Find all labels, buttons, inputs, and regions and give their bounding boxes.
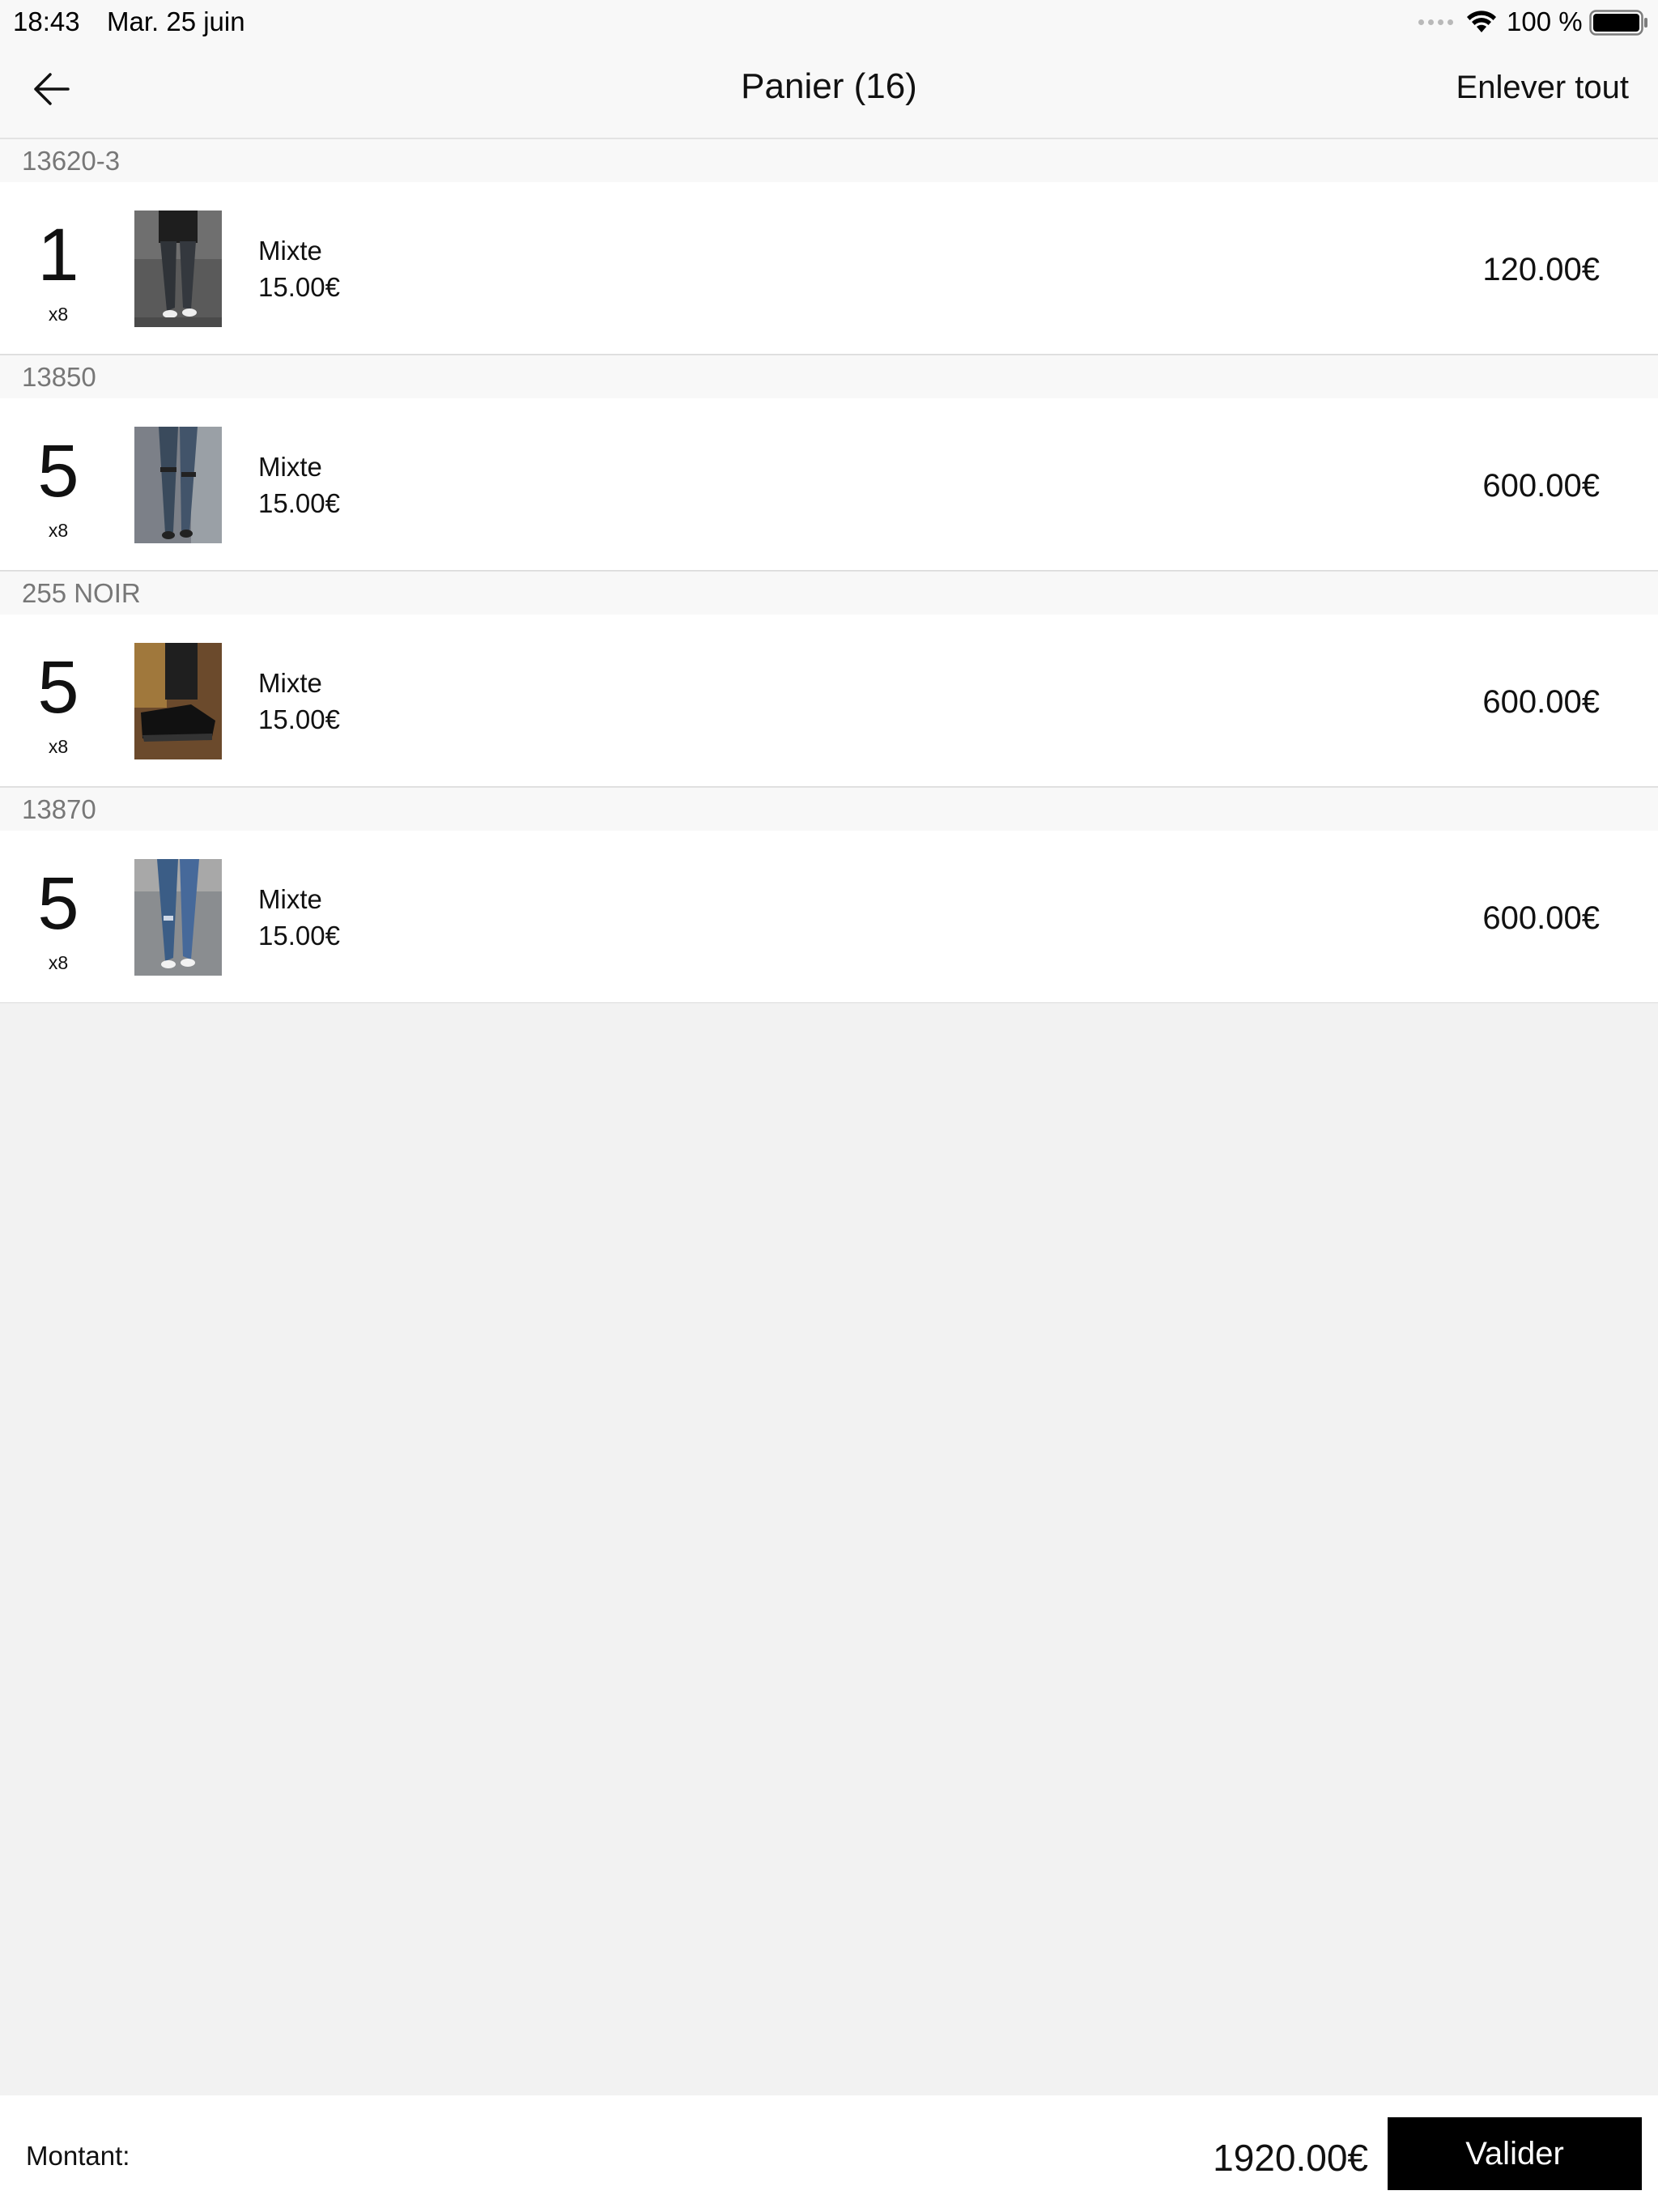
status-bar: 18:43 Mar. 25 juin 100 % <box>0 0 1658 42</box>
item-quantity: 5 <box>37 862 79 945</box>
item-label: Mixte <box>258 668 322 698</box>
item-label: Mixte <box>258 452 322 482</box>
cart-item-row[interactable]: 5 x8 Mixte 15.00€ 600.00€ <box>0 615 1658 787</box>
cart-item-row[interactable]: 5 x8 Mixte 15.00€ 600.00€ <box>0 831 1658 1003</box>
item-line-total: 120.00€ <box>1482 252 1600 287</box>
battery-icon <box>1589 10 1647 36</box>
item-label: Mixte <box>258 884 322 914</box>
cellular-signal-icon <box>1418 19 1453 25</box>
item-multiplier: x8 <box>48 304 69 325</box>
product-image <box>134 427 222 543</box>
item-multiplier: x8 <box>48 952 69 973</box>
item-unit-price: 15.00€ <box>258 488 340 518</box>
battery-percent: 100 % <box>1507 6 1583 36</box>
item-multiplier: x8 <box>48 520 69 541</box>
item-unit-price: 15.00€ <box>258 921 340 951</box>
clear-all-button[interactable]: Enlever tout <box>1456 70 1629 106</box>
cart-item-row[interactable]: 5 x8 Mixte 15.00€ 600.00€ <box>0 398 1658 571</box>
product-image <box>134 859 222 976</box>
group-header: 255 NOIR <box>0 571 1658 615</box>
item-quantity: 5 <box>37 646 79 729</box>
page-title: Panier (16) <box>741 66 917 106</box>
wifi-icon <box>1467 11 1496 32</box>
item-line-total: 600.00€ <box>1482 684 1600 720</box>
group-ref: 255 NOIR <box>22 578 141 608</box>
group-header: 13870 <box>0 787 1658 832</box>
status-date: Mar. 25 juin <box>107 6 245 36</box>
amount-total: 1920.00€ <box>1213 2137 1368 2179</box>
product-image <box>134 211 222 327</box>
item-unit-price: 15.00€ <box>258 704 340 734</box>
cart-item-row[interactable]: 1 x8 Mixte 15.00€ 120.00€ <box>0 182 1658 355</box>
validate-button[interactable]: Valider <box>1388 2117 1642 2190</box>
item-line-total: 600.00€ <box>1482 468 1600 504</box>
item-line-total: 600.00€ <box>1482 900 1600 936</box>
amount-label: Montant: <box>26 2141 130 2171</box>
group-ref: 13850 <box>22 362 96 392</box>
product-image <box>134 643 222 759</box>
item-multiplier: x8 <box>48 736 69 757</box>
group-header: 13620-3 <box>0 138 1658 183</box>
item-quantity: 1 <box>37 214 79 296</box>
item-quantity: 5 <box>37 430 79 513</box>
group-ref: 13870 <box>22 794 96 824</box>
navigation-bar: Panier (16) Enlever tout <box>0 42 1658 138</box>
status-time: 18:43 <box>13 6 80 36</box>
group-ref: 13620-3 <box>22 146 121 176</box>
item-unit-price: 15.00€ <box>258 272 340 302</box>
group-header: 13850 <box>0 355 1658 399</box>
cart-footer: Montant: 1920.00€ Valider <box>0 2095 1658 2212</box>
item-label: Mixte <box>258 236 322 266</box>
